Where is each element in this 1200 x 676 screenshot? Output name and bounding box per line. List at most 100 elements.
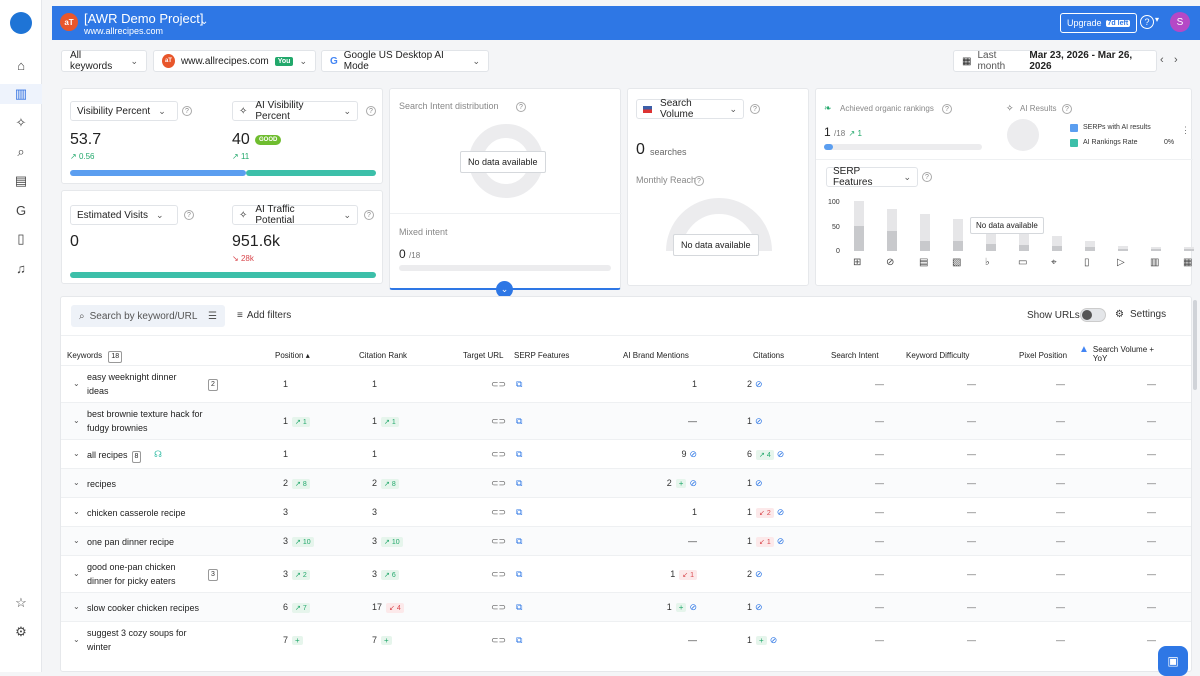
help-icon[interactable]: ? [182,106,192,116]
table-row[interactable]: ⌄ suggest 3 cozy soups for winter 7 +7 + ⊂⊃ ⧉ —1… [61,621,1191,658]
keyword-cell[interactable]: all recipes 8 [87,448,142,463]
ai-overview-icon[interactable]: ☊ [154,449,162,460]
app-logo-icon[interactable] [10,12,32,34]
help-icon[interactable]: ? [750,104,760,114]
target-url-link-icon[interactable]: ⊂⊃ [491,416,506,427]
expand-chevron-icon[interactable]: ⌄ [73,507,80,516]
engine-select[interactable]: G Google US Desktop AI Mode ⌄ [321,50,489,72]
col-ai-brand-mentions[interactable]: AI Brand Mentions [623,351,689,360]
serp-feature-icon[interactable]: ▤ [919,257,928,268]
expand-chevron-icon[interactable]: ⌄ [73,449,80,458]
col-citations[interactable]: Citations [753,351,784,360]
chevron-down-icon[interactable]: ▾ [1155,15,1159,24]
keyword-cell[interactable]: suggest 3 cozy soups for winter [87,626,187,654]
table-row[interactable]: ⌄ easy weeknight dinner ideas 2 1 1 ⊂⊃ ⧉ 1 2 ⊘ — — — — [61,365,1191,402]
col-search-volume[interactable]: ▲ Search Volume + YoY [1079,345,1163,364]
keyword-cell[interactable]: good one-pan chicken dinner for picky eat… [87,560,176,588]
prev-period-icon[interactable]: ‹ [1160,54,1164,66]
target-url-link-icon[interactable]: ⊂⊃ [491,635,506,646]
serp-feature-icon[interactable]: ▷ [1117,257,1125,268]
expand-chevron-icon[interactable]: ⌄ [73,536,80,545]
table-row[interactable]: ⌄ all recipes 8 ☊ 1 1 ⊂⊃ ⧉ 9 ⊘ 6 ↗ 4 ⊘ — — — — [61,439,1191,468]
report-icon[interactable]: ▯ [12,230,30,248]
search-analysis-icon[interactable]: ⌕ [12,143,30,161]
ai-sparkle-icon[interactable]: ✧ [12,114,30,132]
col-search-intent[interactable]: Search Intent [831,351,879,360]
help-icon[interactable]: ? [366,106,376,116]
link-icon[interactable]: ⊘ [755,602,763,612]
target-url-link-icon[interactable]: ⊂⊃ [491,569,506,580]
target-url-link-icon[interactable]: ⊂⊃ [491,536,506,547]
external-link-icon[interactable]: ⧉ [516,569,522,580]
serp-feature-icon[interactable]: ▭ [1018,257,1027,268]
help-icon[interactable]: ? [922,172,932,182]
external-link-icon[interactable]: ⧉ [516,536,522,547]
external-link-icon[interactable]: ⧉ [516,635,522,646]
serp-feature-icon[interactable]: ⌖ [1051,257,1057,268]
serp-feature-icon[interactable]: ⊞ [853,257,861,268]
ai-traffic-select[interactable]: ✧ AI Traffic Potential ⌄ [232,204,358,226]
filter-sliders-icon[interactable]: ☰ [208,311,217,322]
expand-chevron-icon[interactable]: ⌄ [73,569,80,578]
external-link-icon[interactable]: ⧉ [516,478,522,489]
keyword-cell[interactable]: easy weeknight dinner ideas [87,370,177,398]
help-icon[interactable]: ? [942,104,952,114]
show-urls-toggle[interactable] [1080,308,1106,322]
col-pixel-position[interactable]: Pixel Position [1019,351,1067,360]
target-url-link-icon[interactable]: ⊂⊃ [491,449,506,460]
serp-feature-icon[interactable]: ▧ [952,257,961,268]
help-icon[interactable]: ? [364,210,374,220]
link-icon[interactable]: ⊘ [777,536,785,546]
expand-chevron-icon[interactable]: ⌄ [73,635,80,644]
link-icon[interactable]: ⊘ [689,602,697,612]
serp-features-select[interactable]: SERP Features ⌄ [826,166,918,188]
site-select[interactable]: aT www.allrecipes.com You ⌄ [153,50,316,72]
keyword-cell[interactable]: recipes [87,477,116,491]
gear-icon[interactable]: ⚙ [12,623,30,641]
col-keyword-difficulty[interactable]: Keyword Difficulty [906,351,969,360]
settings-button[interactable]: ⚙ Settings [1115,309,1166,320]
link-icon[interactable]: ⊘ [755,416,763,426]
keyword-variant-count[interactable]: 3 [208,568,218,581]
link-icon[interactable]: ⊘ [755,478,763,488]
rankings-chart-icon[interactable]: ▥ [12,85,30,103]
keyword-variant-count[interactable]: 2 [208,378,218,391]
link-icon[interactable]: ⊘ [689,449,697,459]
expand-chevron-icon[interactable]: ⌄ [73,478,80,487]
table-row[interactable]: ⌄ recipes 2 ↗ 8 2 ↗ 8 ⊂⊃ ⧉ 2 + ⊘ 1 ⊘ — — — — [61,468,1191,497]
link-icon[interactable]: ⊘ [777,507,785,517]
trend-chart-icon[interactable]: ▤ [12,172,30,190]
target-url-link-icon[interactable]: ⊂⊃ [491,507,506,518]
col-citation-rank[interactable]: Citation Rank [359,351,407,360]
search-volume-select[interactable]: Search Volume ⌄ [636,98,744,120]
col-position[interactable]: Position ▴ [275,351,310,360]
keyword-cell[interactable]: chicken casserole recipe [87,506,186,520]
next-period-icon[interactable]: › [1174,54,1178,66]
keywords-select[interactable]: All keywords ⌄ [61,50,147,72]
keyword-cell[interactable]: one pan dinner recipe [87,535,174,549]
link-icon[interactable]: ⊘ [770,635,778,645]
help-icon[interactable]: ? [184,210,194,220]
external-link-icon[interactable]: ⧉ [516,602,522,613]
project-title[interactable]: [AWR Demo Project] [84,11,203,26]
external-link-icon[interactable]: ⧉ [516,507,522,518]
chevron-down-icon[interactable]: ⌄ [200,16,208,27]
home-icon[interactable]: ⌂ [12,56,30,74]
table-row[interactable]: ⌄ good one-pan chicken dinner for picky ea… [61,555,1191,592]
scrollbar[interactable] [1193,300,1197,390]
table-row[interactable]: ⌄ chicken casserole recipe 3 3 ⊂⊃ ⧉ 1 1 ↙ 2 ⊘ — — — — [61,497,1191,526]
help-icon[interactable]: ? [1140,15,1154,29]
help-icon[interactable]: ? [694,176,704,186]
ai-visibility-select[interactable]: ✧ AI Visibility Percent ⌄ [232,100,358,122]
serp-feature-icon[interactable]: ▦ [1183,257,1192,268]
table-row[interactable]: ⌄ slow cooker chicken recipes 6 ↗ 7 17 ↙ 4 ⊂⊃ ⧉… [61,592,1191,621]
upgrade-button[interactable]: Upgrade 7d left [1060,13,1138,33]
col-keywords[interactable]: Keywords 18 [67,351,123,363]
serp-feature-icon[interactable]: ▯ [1084,257,1090,268]
visits-metric-select[interactable]: Estimated Visits ⌄ [70,205,178,225]
external-link-icon[interactable]: ⧉ [516,416,522,427]
help-icon[interactable]: ? [516,102,526,112]
target-url-link-icon[interactable]: ⊂⊃ [491,379,506,390]
visibility-metric-select[interactable]: Visibility Percent ⌄ [70,101,178,121]
serp-feature-icon[interactable]: ⊘ [886,257,894,268]
